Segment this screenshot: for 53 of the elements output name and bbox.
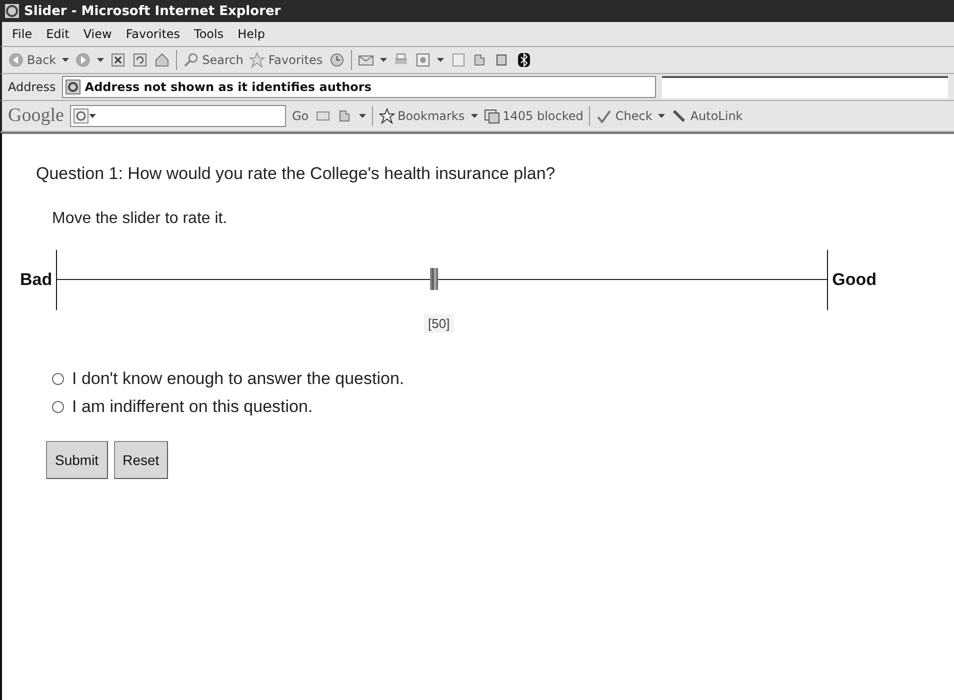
- search-icon: [183, 52, 200, 68]
- address-field[interactable]: Address not shown as it identifies authors: [62, 76, 656, 98]
- autolink-button[interactable]: AutoLink: [671, 108, 743, 124]
- back-icon: [8, 52, 24, 68]
- instruction-text: Move the slider to rate it.: [52, 210, 228, 228]
- slider-thumb[interactable]: [430, 268, 438, 290]
- caret-icon[interactable]: [436, 58, 444, 62]
- window-title: Slider - Microsoft Internet Explorer: [24, 4, 281, 18]
- menu-item[interactable]: Favorites: [122, 27, 184, 41]
- caret-icon[interactable]: [658, 114, 666, 118]
- star-icon: [249, 52, 266, 68]
- question-text: Question 1: How would you rate the College's health insurance plan?: [36, 164, 556, 184]
- history-icon[interactable]: [328, 52, 345, 68]
- slider-value: [50]: [424, 314, 454, 333]
- star-icon: [378, 108, 395, 124]
- option-label: I don't know enough to answer the question.: [72, 369, 404, 389]
- scale-label: Bad: [20, 270, 52, 290]
- popup-blocker-button[interactable]: 1405 blocked: [484, 108, 584, 124]
- home-icon[interactable]: [154, 52, 170, 68]
- browser-icon[interactable]: [4, 3, 20, 19]
- caret-icon[interactable]: [62, 58, 70, 62]
- slider-track[interactable]: [56, 250, 828, 310]
- menu-item[interactable]: View: [79, 27, 116, 41]
- radio-button[interactable]: [52, 373, 64, 385]
- windows-icon: [484, 108, 500, 124]
- menu-item[interactable]: Help: [234, 27, 269, 41]
- search-button[interactable]: Search: [183, 52, 244, 68]
- check-icon: [596, 108, 612, 124]
- google-logo: Google: [8, 105, 64, 127]
- bluetooth-icon[interactable]: [516, 52, 532, 68]
- go-button[interactable]: Go: [292, 109, 309, 123]
- scale-label: Good: [832, 270, 877, 290]
- menu-item[interactable]: Tools: [190, 27, 228, 41]
- caret-icon[interactable]: [358, 114, 366, 118]
- spellcheck-button[interactable]: Check: [596, 108, 652, 124]
- form-button[interactable]: Submit: [46, 441, 108, 479]
- caret-icon[interactable]: [97, 58, 104, 62]
- search-field[interactable]: [70, 105, 286, 127]
- option-label: I am indifferent on this question.: [72, 397, 313, 417]
- refresh-icon[interactable]: [132, 52, 148, 68]
- form-button[interactable]: Reset: [114, 441, 168, 479]
- back-button[interactable]: Back: [8, 52, 56, 68]
- wand-icon: [671, 108, 688, 124]
- caret-icon[interactable]: [380, 58, 387, 62]
- favorites-button[interactable]: Favorites: [249, 52, 323, 68]
- stop-icon[interactable]: [110, 52, 126, 68]
- caret-icon[interactable]: [88, 114, 96, 118]
- menu-item[interactable]: File: [8, 27, 36, 41]
- menu-item[interactable]: Edit: [42, 27, 74, 41]
- radio-button[interactable]: [52, 401, 64, 413]
- caret-icon[interactable]: [470, 114, 478, 118]
- address-label: Address: [8, 80, 56, 94]
- bookmarks-button[interactable]: Bookmarks: [378, 108, 465, 124]
